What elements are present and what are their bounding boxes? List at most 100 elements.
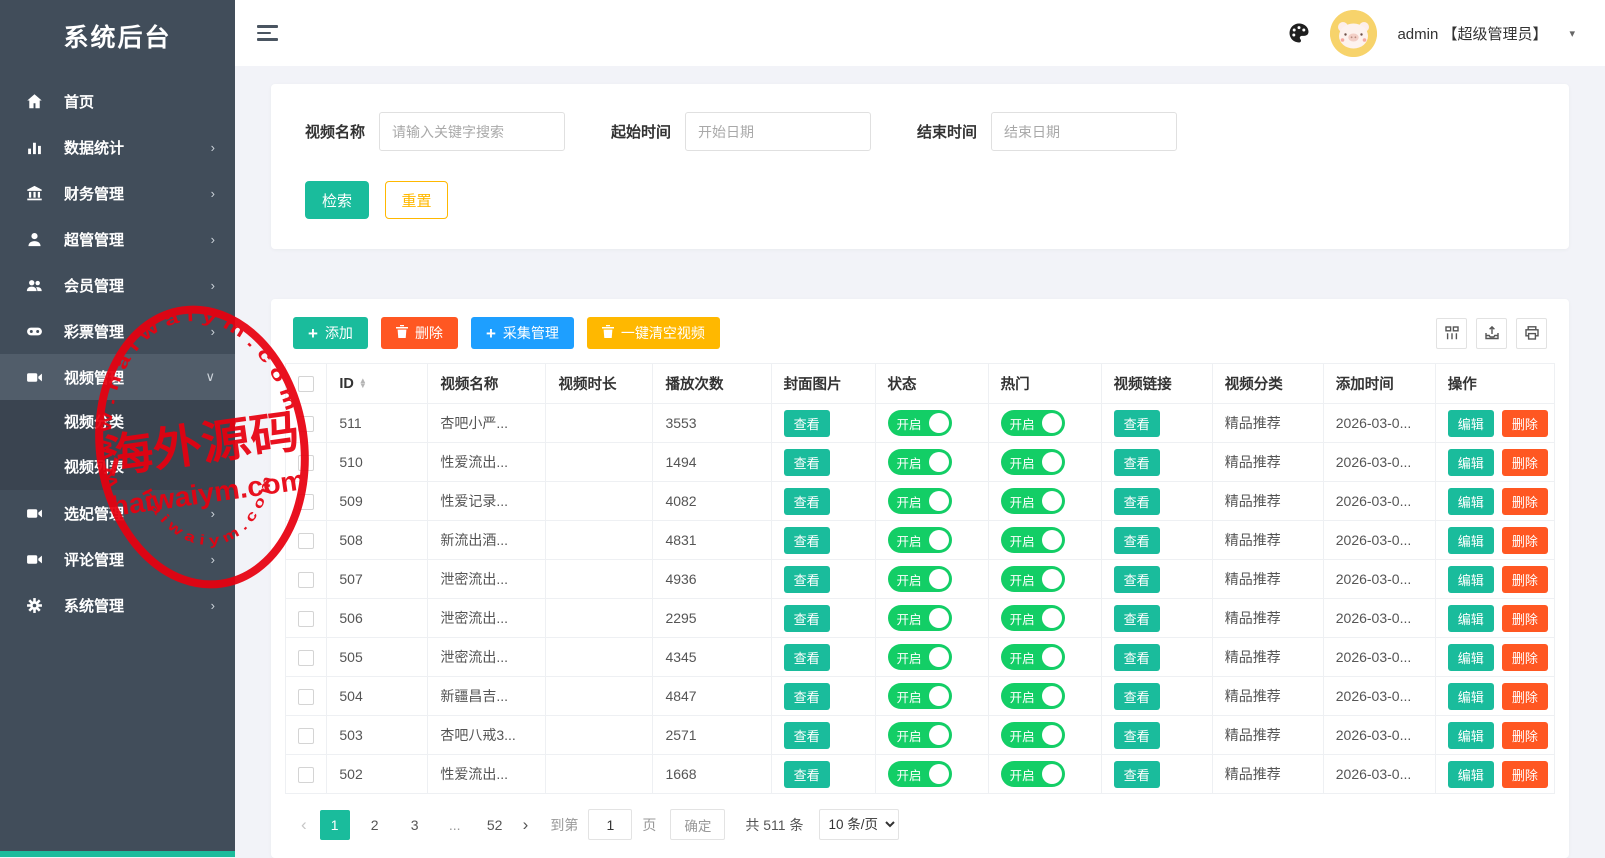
row-checkbox[interactable] — [298, 611, 314, 627]
hot-toggle[interactable]: 开启 — [1001, 761, 1065, 787]
hot-toggle[interactable]: 开启 — [1001, 488, 1065, 514]
end-date-input[interactable] — [991, 112, 1177, 151]
row-delete-button[interactable]: 删除 — [1502, 605, 1548, 632]
edit-button[interactable]: 编辑 — [1448, 410, 1494, 437]
sidebar-item[interactable]: 数据统计 › — [0, 124, 235, 170]
view-cover-button[interactable]: 查看 — [784, 527, 830, 554]
sidebar-item[interactable]: 财务管理 › — [0, 170, 235, 216]
view-link-button[interactable]: 查看 — [1114, 410, 1160, 437]
hot-toggle[interactable]: 开启 — [1001, 644, 1065, 670]
video-name-input[interactable] — [379, 112, 565, 151]
status-toggle[interactable]: 开启 — [888, 722, 952, 748]
row-checkbox[interactable] — [298, 728, 314, 744]
view-cover-button[interactable]: 查看 — [784, 683, 830, 710]
sidebar-subitem[interactable]: 视频分类 — [0, 400, 235, 445]
page-number-button[interactable]: 2 — [360, 810, 390, 840]
edit-button[interactable]: 编辑 — [1448, 722, 1494, 749]
sidebar-item[interactable]: 彩票管理 › — [0, 308, 235, 354]
page-number-button[interactable]: 3 — [400, 810, 430, 840]
edit-button[interactable]: 编辑 — [1448, 449, 1494, 476]
view-link-button[interactable]: 查看 — [1114, 605, 1160, 632]
view-link-button[interactable]: 查看 — [1114, 761, 1160, 788]
row-delete-button[interactable]: 删除 — [1502, 488, 1548, 515]
view-link-button[interactable]: 查看 — [1114, 722, 1160, 749]
page-size-select[interactable]: 10 条/页 — [819, 809, 899, 840]
view-cover-button[interactable]: 查看 — [784, 410, 830, 437]
search-button[interactable]: 检索 — [305, 181, 369, 219]
hot-toggle[interactable]: 开启 — [1001, 722, 1065, 748]
columns-filter-button[interactable] — [1436, 318, 1467, 349]
status-toggle[interactable]: 开启 — [888, 644, 952, 670]
row-delete-button[interactable]: 删除 — [1502, 761, 1548, 788]
view-cover-button[interactable]: 查看 — [784, 449, 830, 476]
user-menu[interactable]: admin 【超级管理员】 — [1397, 23, 1547, 44]
row-checkbox[interactable] — [298, 689, 314, 705]
row-delete-button[interactable]: 删除 — [1502, 722, 1548, 749]
row-delete-button[interactable]: 删除 — [1502, 683, 1548, 710]
view-cover-button[interactable]: 查看 — [784, 644, 830, 671]
row-delete-button[interactable]: 删除 — [1502, 566, 1548, 593]
status-toggle[interactable]: 开启 — [888, 527, 952, 553]
view-link-button[interactable]: 查看 — [1114, 527, 1160, 554]
user-caret-icon[interactable]: ▾ — [1569, 27, 1575, 40]
edit-button[interactable]: 编辑 — [1448, 644, 1494, 671]
row-delete-button[interactable]: 删除 — [1502, 410, 1548, 437]
goto-page-input[interactable] — [588, 809, 632, 840]
collect-manage-button[interactable]: +采集管理 — [471, 317, 574, 349]
delete-button[interactable]: 删除 — [381, 317, 458, 349]
print-button[interactable] — [1516, 318, 1547, 349]
status-toggle[interactable]: 开启 — [888, 605, 952, 631]
status-toggle[interactable]: 开启 — [888, 683, 952, 709]
sidebar-item[interactable]: 视频管理 ∨ — [0, 354, 235, 400]
col-id[interactable]: ID▲▼ — [327, 364, 428, 404]
row-checkbox[interactable] — [298, 767, 314, 783]
status-toggle[interactable]: 开启 — [888, 488, 952, 514]
avatar[interactable] — [1330, 10, 1377, 57]
hot-toggle[interactable]: 开启 — [1001, 527, 1065, 553]
view-cover-button[interactable]: 查看 — [784, 605, 830, 632]
edit-button[interactable]: 编辑 — [1448, 683, 1494, 710]
sort-icon[interactable]: ▲▼ — [359, 379, 367, 388]
sidebar-item[interactable]: 会员管理 › — [0, 262, 235, 308]
sidebar-subitem[interactable]: 视频列表 — [0, 445, 235, 490]
hot-toggle[interactable]: 开启 — [1001, 566, 1065, 592]
clear-all-videos-button[interactable]: 一键清空视频 — [587, 317, 720, 349]
sidebar-item[interactable]: 超管管理 › — [0, 216, 235, 262]
view-cover-button[interactable]: 查看 — [784, 566, 830, 593]
hot-toggle[interactable]: 开启 — [1001, 605, 1065, 631]
status-toggle[interactable]: 开启 — [888, 449, 952, 475]
select-all-checkbox[interactable] — [298, 376, 314, 392]
edit-button[interactable]: 编辑 — [1448, 761, 1494, 788]
row-checkbox[interactable] — [298, 533, 314, 549]
edit-button[interactable]: 编辑 — [1448, 605, 1494, 632]
edit-button[interactable]: 编辑 — [1448, 527, 1494, 554]
sidebar-item[interactable]: 首页 — [0, 78, 235, 124]
edit-button[interactable]: 编辑 — [1448, 488, 1494, 515]
sidebar-item[interactable]: 系统管理 › — [0, 582, 235, 628]
view-link-button[interactable]: 查看 — [1114, 566, 1160, 593]
edit-button[interactable]: 编辑 — [1448, 566, 1494, 593]
add-button[interactable]: +添加 — [293, 317, 368, 349]
row-checkbox[interactable] — [298, 455, 314, 471]
status-toggle[interactable]: 开启 — [888, 410, 952, 436]
row-checkbox[interactable] — [298, 494, 314, 510]
status-toggle[interactable]: 开启 — [888, 761, 952, 787]
view-link-button[interactable]: 查看 — [1114, 449, 1160, 476]
row-checkbox[interactable] — [298, 416, 314, 432]
status-toggle[interactable]: 开启 — [888, 566, 952, 592]
sidebar-item[interactable]: 选妃管理 › — [0, 490, 235, 536]
reset-button[interactable]: 重置 — [385, 181, 448, 219]
view-link-button[interactable]: 查看 — [1114, 683, 1160, 710]
row-checkbox[interactable] — [298, 572, 314, 588]
next-page-button[interactable]: › — [523, 815, 529, 835]
row-delete-button[interactable]: 删除 — [1502, 449, 1548, 476]
view-cover-button[interactable]: 查看 — [784, 488, 830, 515]
row-delete-button[interactable]: 删除 — [1502, 644, 1548, 671]
view-link-button[interactable]: 查看 — [1114, 488, 1160, 515]
menu-toggle-icon[interactable] — [257, 21, 278, 45]
row-checkbox[interactable] — [298, 650, 314, 666]
theme-palette-icon[interactable] — [1288, 22, 1310, 44]
confirm-page-button[interactable]: 确定 — [670, 809, 725, 840]
row-delete-button[interactable]: 删除 — [1502, 527, 1548, 554]
export-button[interactable] — [1476, 318, 1507, 349]
